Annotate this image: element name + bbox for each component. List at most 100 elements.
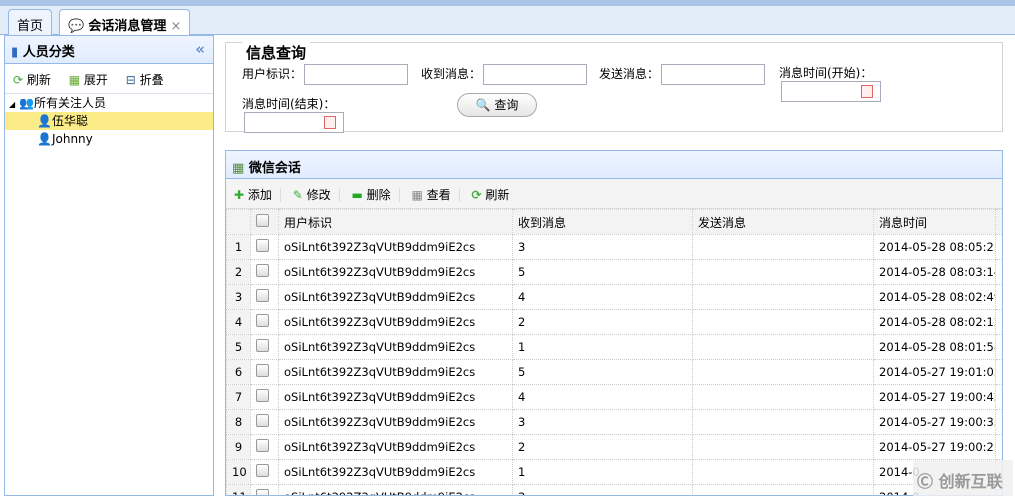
user-id-cell: oSiLnt6t392Z3qVUtB9ddm9iE2cs — [278, 284, 513, 310]
label: 修改 — [306, 188, 331, 202]
table-row[interactable]: 7 oSiLnt6t392Z3qVUtB9ddm9iE2cs 4 2014-05-27… — [226, 384, 1002, 410]
table-row[interactable]: 8 oSiLnt6t392Z3qVUtB9ddm9iE2cs 3 2014-05-27… — [226, 409, 1002, 435]
sent-input[interactable] — [661, 64, 766, 85]
time-cell: 2014-05-28 08:02:49 — [873, 284, 996, 310]
table-row[interactable]: 1 oSiLnt6t392Z3qVUtB9ddm9iE2cs 3 2014-05-28… — [226, 234, 1002, 260]
add-button[interactable]: ✚ 添加 — [234, 188, 281, 202]
table-row[interactable]: 2 oSiLnt6t392Z3qVUtB9ddm9iE2cs 5 2014-05-28… — [226, 259, 1002, 285]
table-row[interactable]: 9 oSiLnt6t392Z3qVUtB9ddm9iE2cs 2 2014-05-27… — [226, 434, 1002, 460]
query-form: 信息查询 用户标识： 收到消息： 发送消息： 消息时间(开始)： 消息时间(结束… — [225, 42, 1003, 133]
tree-toolbar: ⟳ 刷新 ▦ 展开 ⊟ 折叠 — [5, 64, 213, 94]
row-checkbox[interactable] — [250, 459, 279, 485]
received-cell: 3 — [512, 234, 693, 260]
row-checkbox[interactable] — [250, 484, 279, 495]
row-checkbox[interactable] — [250, 384, 279, 410]
collapse-button[interactable]: ⊟ 折叠 — [126, 73, 164, 87]
time-cell: 2014-05-27 19:00:42 — [873, 384, 996, 410]
table-row[interactable]: 3 oSiLnt6t392Z3qVUtB9ddm9iE2cs 4 2014-05-28… — [226, 284, 1002, 310]
received-cell: 4 — [512, 384, 693, 410]
panel-title: 人员分类 — [22, 45, 75, 60]
row-number: 11 — [226, 484, 251, 495]
user-id-field: 用户标识： — [242, 64, 409, 85]
sent-cell — [692, 309, 874, 335]
label: 用户标识： — [242, 67, 303, 81]
time-cell: 2014-05-28 08:01:58 — [873, 334, 996, 360]
row-checkbox[interactable] — [250, 359, 279, 385]
received-cell: 1 — [512, 459, 693, 485]
node-label: Johnny — [51, 132, 93, 146]
sent-cell — [692, 434, 874, 460]
rownum-header — [226, 209, 251, 235]
spacer — [995, 359, 1002, 385]
chat-grid: ▦ 微信会话 ✚ 添加 ✎ 修改 ▬ 删除 ▦ 查看 ⟳ 刷新 用户标识 收到消… — [225, 150, 1003, 496]
tab-home[interactable]: 首页 — [8, 9, 53, 35]
delete-button[interactable]: ▬ 删除 — [351, 188, 400, 202]
label: 刷新 — [26, 73, 51, 87]
table-row[interactable]: 4 oSiLnt6t392Z3qVUtB9ddm9iE2cs 2 2014-05-28… — [226, 309, 1002, 335]
spacer — [995, 259, 1002, 285]
time-cell: 2014-05-28 08:05:25 — [873, 234, 996, 260]
received-input[interactable] — [483, 64, 588, 85]
calendar-icon[interactable] — [324, 116, 336, 129]
user-icon: 👤 — [37, 132, 52, 146]
column-header[interactable]: 发送消息 — [692, 209, 874, 235]
table-icon: ▦ — [232, 161, 245, 176]
row-number: 4 — [226, 309, 251, 335]
sent-cell — [692, 334, 874, 360]
query-title: 信息查询 — [242, 42, 311, 63]
user-id-input[interactable] — [304, 64, 409, 85]
row-checkbox[interactable] — [250, 284, 279, 310]
spacer — [995, 434, 1002, 460]
column-header[interactable]: 消息时间 — [873, 209, 996, 235]
row-checkbox[interactable] — [250, 234, 279, 260]
column-header[interactable]: 收到消息 — [512, 209, 693, 235]
tab-message-management[interactable]: 💬 会话消息管理 × — [59, 9, 191, 36]
row-checkbox[interactable] — [250, 409, 279, 435]
search-button[interactable]: 🔍 查询 — [457, 93, 537, 117]
select-all-checkbox[interactable] — [250, 209, 279, 235]
label: 查看 — [426, 188, 451, 202]
grid-title: 微信会话 — [248, 161, 301, 176]
refresh-button[interactable]: ⟳ 刷新 — [13, 73, 51, 87]
refresh-button[interactable]: ⟳ 刷新 — [472, 188, 518, 202]
user-id-cell: oSiLnt6t392Z3qVUtB9ddm9iE2cs — [278, 384, 513, 410]
row-checkbox[interactable] — [250, 259, 279, 285]
row-number: 2 — [226, 259, 251, 285]
label: 消息时间(结束)： — [242, 97, 336, 111]
expand-button[interactable]: ▦ 展开 — [69, 73, 108, 87]
table-row[interactable]: 11oSiLnt6t392Z3qVUtB9ddm9iE2cs32014-0 — [226, 484, 1002, 495]
calendar-icon[interactable] — [861, 85, 873, 98]
data-table: 用户标识 收到消息 发送消息 消息时间 1 oSiLnt6t392Z3qVUtB9… — [226, 209, 1002, 495]
collapse-panel-button[interactable]: « — [195, 40, 205, 58]
label: 消息时间(开始)： — [779, 66, 873, 80]
user-id-cell: oSiLnt6t392Z3qVUtB9ddm9iE2cs — [278, 334, 513, 360]
sent-cell — [692, 259, 874, 285]
table-row[interactable]: 10 oSiLnt6t392Z3qVUtB9ddm9iE2cs 1 2014-0 — [226, 459, 1002, 485]
spacer — [995, 234, 1002, 260]
edit-button[interactable]: ✎ 修改 — [292, 188, 340, 202]
column-header[interactable]: 用户标识 — [278, 209, 513, 235]
sent-cell — [692, 284, 874, 310]
table-row[interactable]: 6 oSiLnt6t392Z3qVUtB9ddm9iE2cs 5 2014-05-27… — [226, 359, 1002, 385]
spacer — [995, 284, 1002, 310]
tree-node-root[interactable]: ◢ 👥所有关注人员 — [5, 94, 213, 112]
row-number: 9 — [226, 434, 251, 460]
close-icon[interactable]: × — [170, 19, 181, 34]
tree-node-person[interactable]: 👤Johnny — [5, 130, 213, 148]
sent-cell — [692, 484, 874, 495]
row-number: 1 — [226, 234, 251, 260]
spacer — [995, 384, 1002, 410]
row-checkbox[interactable] — [250, 309, 279, 335]
start-time-field: 消息时间(开始)： — [779, 64, 966, 102]
tree-node-person[interactable]: 👤伍华聪 — [5, 112, 213, 130]
speech-bubble-icon: 💬 — [68, 19, 85, 34]
received-cell: 1 — [512, 334, 693, 360]
view-button[interactable]: ▦ 查看 — [411, 188, 460, 202]
tab-label: 会话消息管理 — [88, 19, 167, 34]
user-id-cell: oSiLnt6t392Z3qVUtB9ddm9iE2cs — [278, 484, 513, 495]
spacer — [995, 409, 1002, 435]
row-checkbox[interactable] — [250, 334, 279, 360]
row-checkbox[interactable] — [250, 434, 279, 460]
table-row[interactable]: 5 oSiLnt6t392Z3qVUtB9ddm9iE2cs 1 2014-05-28… — [226, 334, 1002, 360]
received-cell: 2 — [512, 434, 693, 460]
